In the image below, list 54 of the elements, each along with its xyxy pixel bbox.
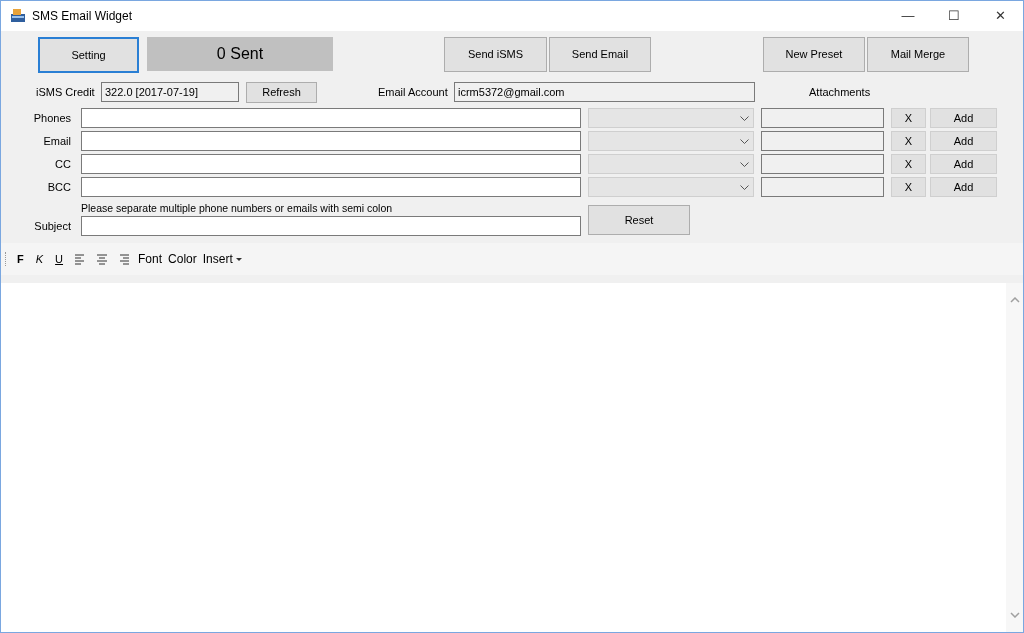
- email-account-field: icrm5372@gmail.com: [454, 82, 755, 102]
- new-preset-button[interactable]: New Preset: [763, 37, 865, 72]
- add-attachment-button[interactable]: Add: [930, 154, 997, 174]
- mail-merge-button[interactable]: Mail Merge: [867, 37, 969, 72]
- scrollbar[interactable]: [1006, 283, 1023, 632]
- align-left-icon: [74, 252, 87, 266]
- scroll-down-icon[interactable]: [1009, 612, 1020, 618]
- refresh-button[interactable]: Refresh: [246, 81, 317, 103]
- toolbar-button[interactable]: Font: [138, 250, 163, 268]
- field-label: BCC: [46, 179, 71, 195]
- caret-icon: [235, 257, 242, 261]
- italic-button[interactable]: K: [32, 250, 47, 268]
- reset-button[interactable]: Reset: [588, 205, 690, 235]
- field-label: Phones: [32, 110, 71, 126]
- hint-text: Please separate multiple phone numbers or emails with semi colon: [81, 201, 394, 215]
- send-email-button[interactable]: Send Email: [549, 37, 651, 72]
- attachments-label: Attachments: [809, 84, 871, 100]
- text-field[interactable]: [81, 131, 581, 151]
- insert-dropdown[interactable]: Insert: [202, 250, 242, 268]
- credit-field: 322.0 [2017-07-19]: [101, 82, 239, 102]
- close-button[interactable]: ✕: [977, 1, 1023, 31]
- bold-button[interactable]: F: [14, 250, 27, 268]
- scroll-up-icon[interactable]: [1009, 297, 1020, 303]
- maximize-button[interactable]: ☐: [931, 1, 977, 31]
- minimize-button[interactable]: —: [885, 1, 931, 31]
- align-right-icon: [118, 252, 131, 266]
- align-center-icon: [96, 252, 109, 266]
- credit-label: iSMS Credit: [36, 84, 96, 100]
- text-field[interactable]: [81, 177, 581, 197]
- email-account-label: Email Account: [378, 84, 449, 100]
- text-field[interactable]: [81, 154, 581, 174]
- remove-attachment-button[interactable]: X: [891, 108, 926, 128]
- app-icon: [10, 8, 26, 24]
- text-field[interactable]: [81, 108, 581, 128]
- toolbar-button[interactable]: Color: [168, 250, 197, 268]
- remove-attachment-button[interactable]: X: [891, 131, 926, 151]
- chevron-down-icon: [740, 184, 749, 190]
- add-attachment-button[interactable]: Add: [930, 177, 997, 197]
- subject-field[interactable]: [81, 216, 581, 236]
- window-title: SMS Email Widget: [32, 8, 133, 25]
- add-attachment-button[interactable]: Add: [930, 108, 997, 128]
- remove-attachment-button[interactable]: X: [891, 177, 926, 197]
- setting-button[interactable]: Setting: [38, 37, 139, 73]
- chevron-down-icon: [740, 138, 749, 144]
- chevron-down-icon: [740, 115, 749, 121]
- chevron-down-icon: [740, 161, 749, 167]
- remove-attachment-button[interactable]: X: [891, 154, 926, 174]
- underline-button[interactable]: U: [52, 250, 67, 268]
- send-isms-button[interactable]: Send iSMS: [444, 37, 547, 72]
- subject-label: Subject: [33, 218, 71, 234]
- sent-counter: 0 Sent: [147, 37, 333, 71]
- field-label: CC: [54, 156, 71, 172]
- add-attachment-button[interactable]: Add: [930, 131, 997, 151]
- field-label: Email: [42, 133, 71, 149]
